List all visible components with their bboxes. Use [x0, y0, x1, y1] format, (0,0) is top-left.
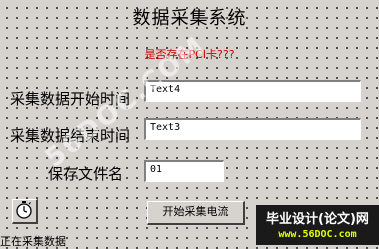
stopwatch-icon: [16, 201, 32, 219]
logo-main-text: 毕业设计(论文)网: [266, 212, 369, 227]
start-collect-button[interactable]: 开始采集电流: [147, 201, 245, 225]
watermark-logo: 毕业设计(论文)网 www.56DOC.com: [256, 205, 379, 245]
logo-sub-text: www.56DOC.com: [278, 229, 357, 240]
file-name-input[interactable]: 01: [144, 160, 224, 182]
window-title: 数据采集系统: [132, 8, 247, 29]
timer-button[interactable]: [12, 199, 38, 224]
status-text: 正在采集数据: [0, 235, 66, 248]
end-time-input[interactable]: Text3: [144, 118, 361, 140]
start-time-input[interactable]: Text4: [144, 80, 361, 102]
